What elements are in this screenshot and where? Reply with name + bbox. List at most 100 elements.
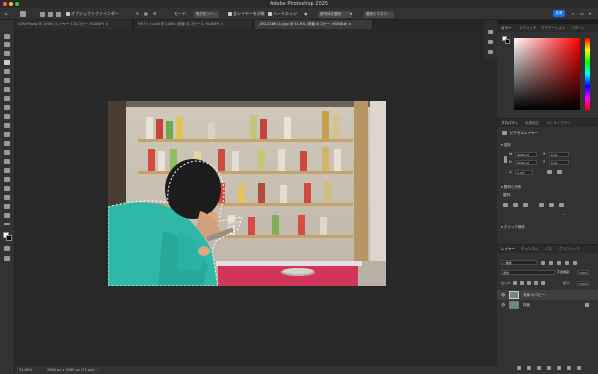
- lock-artboard-icon[interactable]: [534, 281, 538, 285]
- lock-transparent-icon[interactable]: [513, 281, 517, 285]
- color-picker-field[interactable]: [514, 38, 580, 110]
- tab-gradients[interactable]: グラデーション: [539, 24, 567, 32]
- eyedropper-tool-icon[interactable]: [4, 87, 10, 92]
- close-window-button[interactable]: [3, 2, 7, 6]
- align-bottom-icon[interactable]: [559, 203, 564, 207]
- quick-mask-icon[interactable]: [4, 246, 10, 251]
- new-layer-icon[interactable]: [567, 366, 571, 370]
- share-button[interactable]: 共有: [553, 10, 565, 17]
- layer-row[interactable]: 👁 背景: [497, 300, 598, 310]
- transform-section-title[interactable]: ▾ 変形: [501, 143, 511, 148]
- move-tool-icon[interactable]: [4, 34, 10, 39]
- blur-tool-icon[interactable]: [4, 150, 10, 155]
- lock-all-icon[interactable]: [541, 281, 545, 285]
- align-middle-icon[interactable]: [549, 203, 554, 207]
- more-options-icon[interactable]: ···: [563, 213, 566, 217]
- hand-tool-icon[interactable]: [4, 204, 10, 209]
- layer-name[interactable]: 背景: [523, 300, 530, 310]
- layer-kind-filter[interactable]: ⌕ 種類: [501, 260, 537, 265]
- x-field[interactable]: 0 px: [549, 152, 569, 157]
- layer-row[interactable]: 👁 背景 のコピー: [497, 290, 598, 300]
- doc-tab-3[interactable]: _DSC2186 (1).jpg @ 51.6% (背景 のコピー, RGB/8…: [255, 20, 373, 29]
- select-subject-icon[interactable]: ◉: [304, 8, 308, 20]
- crop-tool-icon[interactable]: [4, 69, 10, 74]
- zoom-window-button[interactable]: [15, 2, 19, 6]
- layer-style-icon[interactable]: [527, 366, 531, 370]
- tab-color[interactable]: カラー: [499, 24, 514, 32]
- flip-horizontal-icon[interactable]: [547, 170, 552, 174]
- filter-adjust-icon[interactable]: [549, 261, 553, 265]
- status-chevron-icon[interactable]: ›: [97, 366, 98, 374]
- tab-patterns[interactable]: パターン: [569, 24, 587, 32]
- link-dimensions-icon[interactable]: [504, 156, 507, 163]
- align-top-icon[interactable]: [539, 203, 544, 207]
- quick-select-tool-icon[interactable]: [20, 8, 26, 20]
- tab-cc-libraries[interactable]: CC ライブラリ: [545, 119, 573, 127]
- panel-menu-icon[interactable]: ▾: [589, 8, 591, 20]
- healing-brush-tool-icon[interactable]: [4, 96, 10, 101]
- show-objects-icon[interactable]: ▦: [144, 8, 148, 20]
- align-right-icon[interactable]: [523, 203, 528, 207]
- delete-layer-icon[interactable]: [577, 366, 581, 370]
- clone-stamp-tool-icon[interactable]: [4, 114, 10, 119]
- path-selection-tool-icon[interactable]: [4, 186, 10, 191]
- opacity-field[interactable]: 100%: [577, 270, 589, 275]
- height-field[interactable]: 2560 px: [515, 160, 537, 165]
- filter-type-icon[interactable]: [557, 261, 561, 265]
- mode-select[interactable]: 長方形ツー...: [194, 11, 219, 18]
- history-brush-tool-icon[interactable]: [4, 123, 10, 128]
- document-image[interactable]: [108, 101, 386, 286]
- tab-paths[interactable]: パス: [543, 245, 554, 253]
- panel-bg-swatch[interactable]: [505, 39, 510, 44]
- lasso-tool-icon[interactable]: [4, 51, 10, 56]
- subtract-selection-icon[interactable]: [56, 8, 61, 20]
- search-icon[interactable]: ⌕: [572, 8, 574, 20]
- align-center-icon[interactable]: [513, 203, 518, 207]
- settings-gear-icon[interactable]: ⚙: [153, 8, 157, 20]
- more-tools-icon[interactable]: [4, 223, 10, 225]
- all-layers-option[interactable]: 全レイヤーを対象: [228, 8, 265, 20]
- link-layers-icon[interactable]: [517, 366, 521, 370]
- libraries-icon[interactable]: [488, 50, 493, 54]
- eraser-tool-icon[interactable]: [4, 132, 10, 137]
- width-field[interactable]: 3984 px: [515, 152, 537, 157]
- filter-pixel-icon[interactable]: [541, 261, 545, 265]
- filter-shape-icon[interactable]: [565, 261, 569, 265]
- add-mask-icon[interactable]: [537, 366, 541, 370]
- zoom-tool-icon[interactable]: [4, 213, 10, 218]
- fill-field[interactable]: 100%: [577, 281, 589, 286]
- gradient-tool-icon[interactable]: [4, 141, 10, 146]
- select-mask-button[interactable]: 選択とマスク...: [364, 11, 394, 18]
- tab-adjustments[interactable]: 色調補正: [523, 119, 541, 127]
- visibility-eye-icon[interactable]: 👁: [501, 300, 505, 310]
- new-group-icon[interactable]: [557, 366, 561, 370]
- tab-layers[interactable]: レイヤー: [499, 245, 517, 253]
- doc-tab-2[interactable]: HR7イト.psd @ 248% (背景 のコピー 2, RGB/8*) ×: [135, 20, 253, 29]
- minimize-window-button[interactable]: [9, 2, 13, 6]
- align-left-icon[interactable]: [503, 203, 508, 207]
- tab-swatches[interactable]: スウォッチ: [517, 24, 539, 32]
- blend-mode-select[interactable]: 通常: [501, 270, 555, 275]
- hue-slider[interactable]: [585, 38, 590, 110]
- quick-actions-title[interactable]: ▾ クイック操作: [501, 225, 525, 230]
- workspace-icon[interactable]: ▭: [580, 8, 584, 20]
- dodge-tool-icon[interactable]: [4, 159, 10, 164]
- history-panel-icon[interactable]: [488, 30, 493, 34]
- type-tool-icon[interactable]: [4, 177, 10, 182]
- tab-graphics[interactable]: グラフィック: [557, 245, 582, 253]
- brush-settings-icon[interactable]: [488, 40, 493, 44]
- tab-properties[interactable]: プロパティ: [499, 119, 520, 127]
- rectangle-tool-icon[interactable]: [4, 195, 10, 200]
- visibility-eye-icon[interactable]: 👁: [501, 290, 505, 300]
- align-section-title[interactable]: ▾ 整列と分布: [501, 185, 521, 190]
- select-subject-button[interactable]: 被写体を選択: [318, 11, 352, 18]
- marquee-tool-icon[interactable]: [4, 42, 10, 47]
- y-field[interactable]: 0 px: [549, 160, 569, 165]
- background-color-swatch[interactable]: [6, 235, 12, 241]
- flip-vertical-icon[interactable]: [557, 170, 562, 174]
- add-selection-icon[interactable]: [48, 8, 53, 20]
- pen-tool-icon[interactable]: [4, 168, 10, 173]
- hard-edge-option[interactable]: ハードエッジ: [268, 8, 297, 20]
- zoom-level[interactable]: 51.85%: [19, 366, 32, 374]
- dropdown-chevron-icon[interactable]: ▾: [350, 8, 352, 20]
